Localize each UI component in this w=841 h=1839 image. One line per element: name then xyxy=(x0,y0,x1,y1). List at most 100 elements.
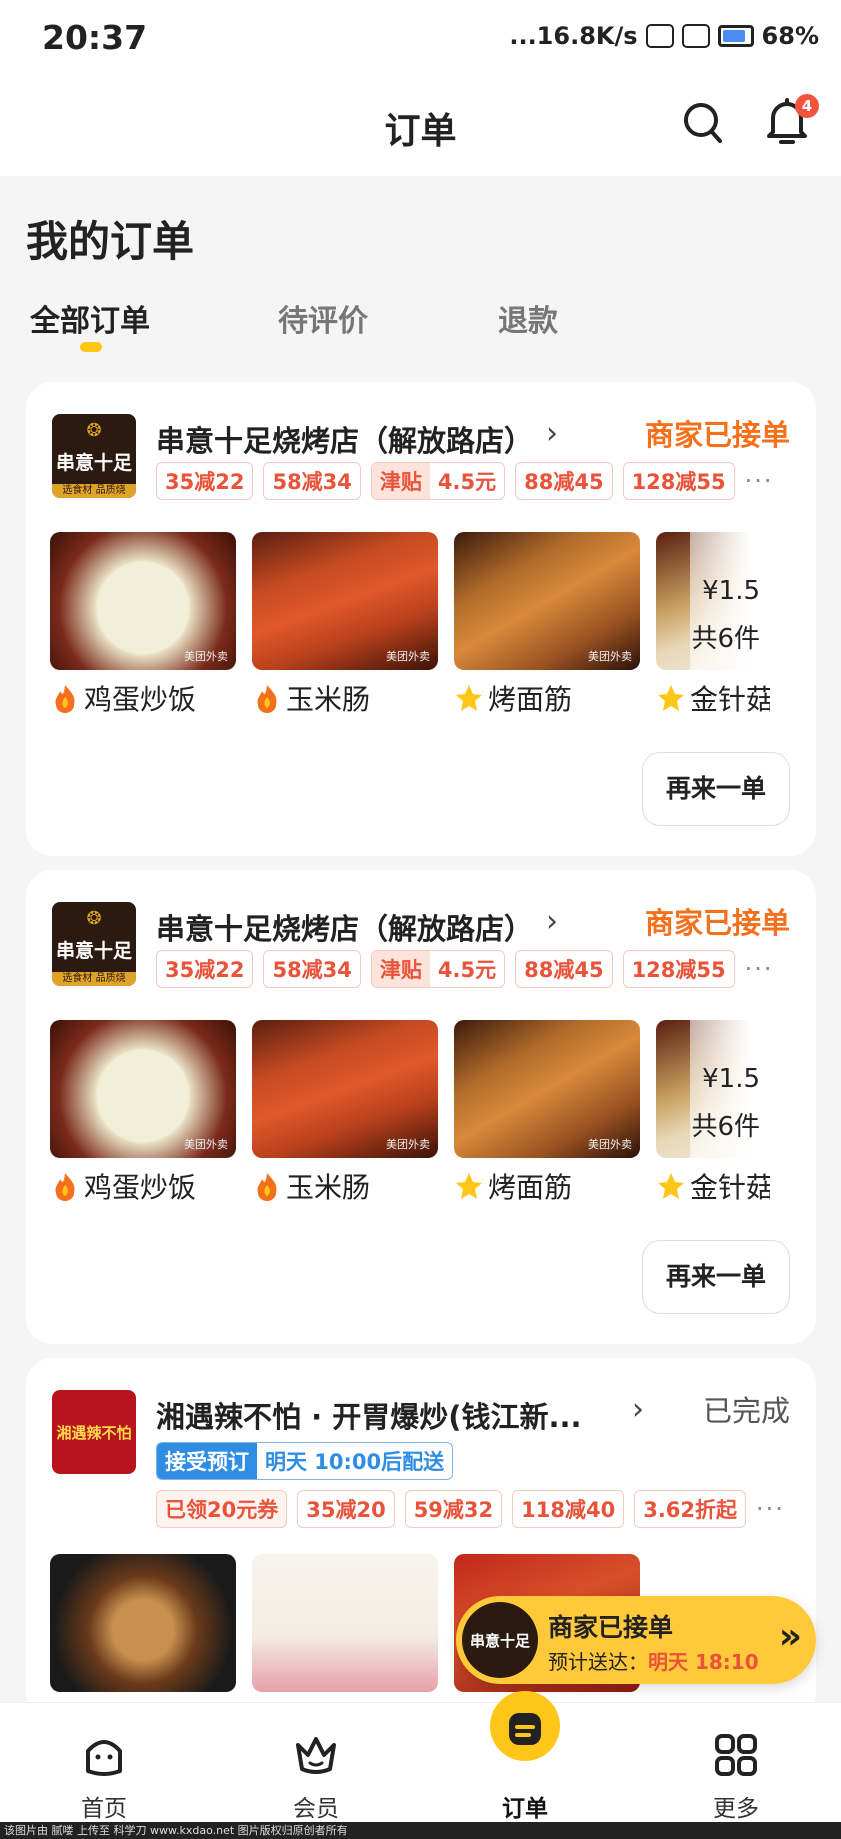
promo-tags: 35减22 58减34 津贴 4.5元 88减45 128减55 ··· xyxy=(156,462,774,500)
star-icon xyxy=(656,683,686,713)
store-logo: 湘遇辣不怕 xyxy=(52,1390,136,1474)
signal-icon xyxy=(681,24,710,48)
promo-tag: 118减40 xyxy=(512,1490,625,1528)
tab-pending-review[interactable]: 待评价 xyxy=(278,296,368,340)
food-image: 美团外卖 xyxy=(50,1020,236,1158)
order-icon xyxy=(509,1713,541,1745)
fire-icon xyxy=(252,683,282,713)
order-progress-banner[interactable]: 串意十足 商家已接单 预计送达：明天 18:10 » xyxy=(456,1596,816,1684)
nav-home[interactable]: 首页 xyxy=(44,1703,164,1823)
item-thumb: 美团外卖 鸡蛋炒饭 xyxy=(50,532,236,718)
chevron-right-icon[interactable]: › xyxy=(632,1392,644,1427)
item-thumb: 美团外卖 玉米肠 xyxy=(252,532,438,718)
status-time: 20:37 xyxy=(42,18,148,57)
coupon-tag: 已领20元券 xyxy=(156,1490,288,1528)
reorder-button[interactable]: 再来一单 xyxy=(642,1240,790,1314)
order-items[interactable]: 美团外卖 鸡蛋炒饭 美团外卖 玉米肠 美团外卖 烤面筋 金针菇 ¥1.5 共6件 xyxy=(50,1020,770,1210)
chevron-right-icon[interactable]: › xyxy=(546,904,558,939)
star-icon xyxy=(454,683,484,713)
promo-tag: 35减22 xyxy=(156,462,254,500)
order-card[interactable]: ❂ 串意十足 选食材 品质烧 串意十足烧烤店（解放路店） › 商家已接单 35减… xyxy=(26,870,816,1344)
logo-mark-icon: ❂ xyxy=(86,420,102,441)
network-speed: ...16.8K/s xyxy=(509,22,638,50)
item-name: 烤面筋 xyxy=(488,1171,573,1204)
status-icons: ...16.8K/s 68% xyxy=(509,22,819,50)
item-thumb xyxy=(252,1554,438,1692)
battery-level: 68% xyxy=(761,22,819,50)
double-chevron-right-icon: » xyxy=(778,1616,802,1657)
order-items[interactable]: 美团外卖 鸡蛋炒饭 美团外卖 玉米肠 美团外卖 烤面筋 金针菇 ¥1.5 共6件 xyxy=(50,532,770,722)
item-thumb: 美团外卖 玉米肠 xyxy=(252,1020,438,1206)
banner-eta: 预计送达：明天 18:10 xyxy=(548,1650,759,1674)
alarm-icon xyxy=(645,24,674,48)
order-status: 商家已接单 xyxy=(644,418,790,452)
store-logo: ❂ 串意十足 选食材 品质烧 xyxy=(52,902,136,986)
subsidy-tag: 津贴 4.5元 xyxy=(370,950,506,988)
promo-tag: 128减55 xyxy=(622,462,735,500)
item-name: 鸡蛋炒饭 xyxy=(84,1171,197,1204)
item-name: 金针菇 xyxy=(690,683,770,716)
subsidy-tag: 津贴 4.5元 xyxy=(370,462,506,500)
search-icon xyxy=(684,103,722,143)
order-price: ¥1.5 xyxy=(702,1064,760,1094)
store-logo: ❂ 串意十足 选食材 品质烧 xyxy=(52,414,136,498)
bottom-navigation: 首页 会员 订单 更多 xyxy=(0,1691,841,1823)
food-image xyxy=(50,1554,236,1692)
order-card[interactable]: ❂ 串意十足 选食材 品质烧 串意十足烧烤店（解放路店） › 商家已接单 35减… xyxy=(26,382,816,856)
nav-orders[interactable]: 订单 xyxy=(465,1703,585,1823)
star-icon xyxy=(454,1171,484,1201)
food-image: 美团外卖 xyxy=(50,532,236,670)
store-logo: 串意十足 xyxy=(462,1602,538,1678)
item-name: 烤面筋 xyxy=(488,683,573,716)
nav-membership[interactable]: 会员 xyxy=(256,1703,376,1823)
food-image xyxy=(252,1554,438,1692)
promo-tag: 88减45 xyxy=(515,462,613,500)
watermark-footer: 该图片由 腻喽 上传至 科学刀 www.kxdao.net 图片版权归原创者所有 xyxy=(0,1822,841,1839)
notification-badge: 4 xyxy=(795,94,819,118)
promo-tags: 已领20元券 35减20 59减32 118减40 3.62折起 ··· xyxy=(156,1490,785,1528)
notification-button[interactable]: 4 xyxy=(763,94,819,150)
grid-icon xyxy=(715,1734,757,1776)
promo-tag: 58减34 xyxy=(263,950,361,988)
item-thumb: 美团外卖 烤面筋 xyxy=(454,1020,640,1206)
tab-refund[interactable]: 退款 xyxy=(498,296,558,340)
promo-tag: 59减32 xyxy=(404,1490,503,1528)
food-image: 美团外卖 xyxy=(252,1020,438,1158)
reorder-button[interactable]: 再来一单 xyxy=(642,752,790,826)
promo-tag: 35减22 xyxy=(156,950,254,988)
chevron-right-icon[interactable]: › xyxy=(546,416,558,451)
promo-tag: 128减55 xyxy=(622,950,735,988)
star-icon xyxy=(656,1171,686,1201)
app-header: 订单 4 xyxy=(0,76,841,176)
store-name[interactable]: 串意十足烧烤店（解放路店） xyxy=(156,906,533,948)
order-status: 商家已接单 xyxy=(644,906,790,940)
food-image: 美团外卖 xyxy=(252,532,438,670)
item-thumb xyxy=(50,1554,236,1692)
order-price: ¥1.5 xyxy=(702,576,760,606)
food-image: 美团外卖 xyxy=(454,1020,640,1158)
fire-icon xyxy=(50,683,80,713)
preorder-tag: 接受预订 明天 10:00后配送 xyxy=(156,1442,454,1480)
home-icon xyxy=(86,1740,122,1776)
battery-icon xyxy=(717,25,754,47)
page-title: 我的订单 xyxy=(26,217,195,266)
more-icon[interactable]: ··· xyxy=(745,955,774,983)
fire-icon xyxy=(50,1171,80,1201)
search-button[interactable] xyxy=(680,98,726,148)
nav-more[interactable]: 更多 xyxy=(676,1703,796,1823)
crown-icon xyxy=(296,1737,336,1774)
more-icon[interactable]: ··· xyxy=(756,1495,785,1523)
active-tab-indicator xyxy=(80,342,102,352)
item-name: 玉米肠 xyxy=(286,1171,371,1204)
item-thumb: 美团外卖 鸡蛋炒饭 xyxy=(50,1020,236,1206)
promo-tag: 35减20 xyxy=(297,1490,395,1528)
store-name[interactable]: 湘遇辣不怕 · 开胃爆炒(钱江新... xyxy=(156,1394,582,1436)
promo-tag: 58减34 xyxy=(263,462,361,500)
preorder-tag-row: 接受预订 明天 10:00后配送 xyxy=(156,1442,454,1480)
banner-title: 商家已接单 xyxy=(548,1613,674,1642)
more-icon[interactable]: ··· xyxy=(745,467,774,495)
store-name[interactable]: 串意十足烧烤店（解放路店） xyxy=(156,418,533,460)
item-name: 玉米肠 xyxy=(286,683,371,716)
tab-all-orders[interactable]: 全部订单 xyxy=(30,296,150,340)
food-image: 美团外卖 xyxy=(454,532,640,670)
